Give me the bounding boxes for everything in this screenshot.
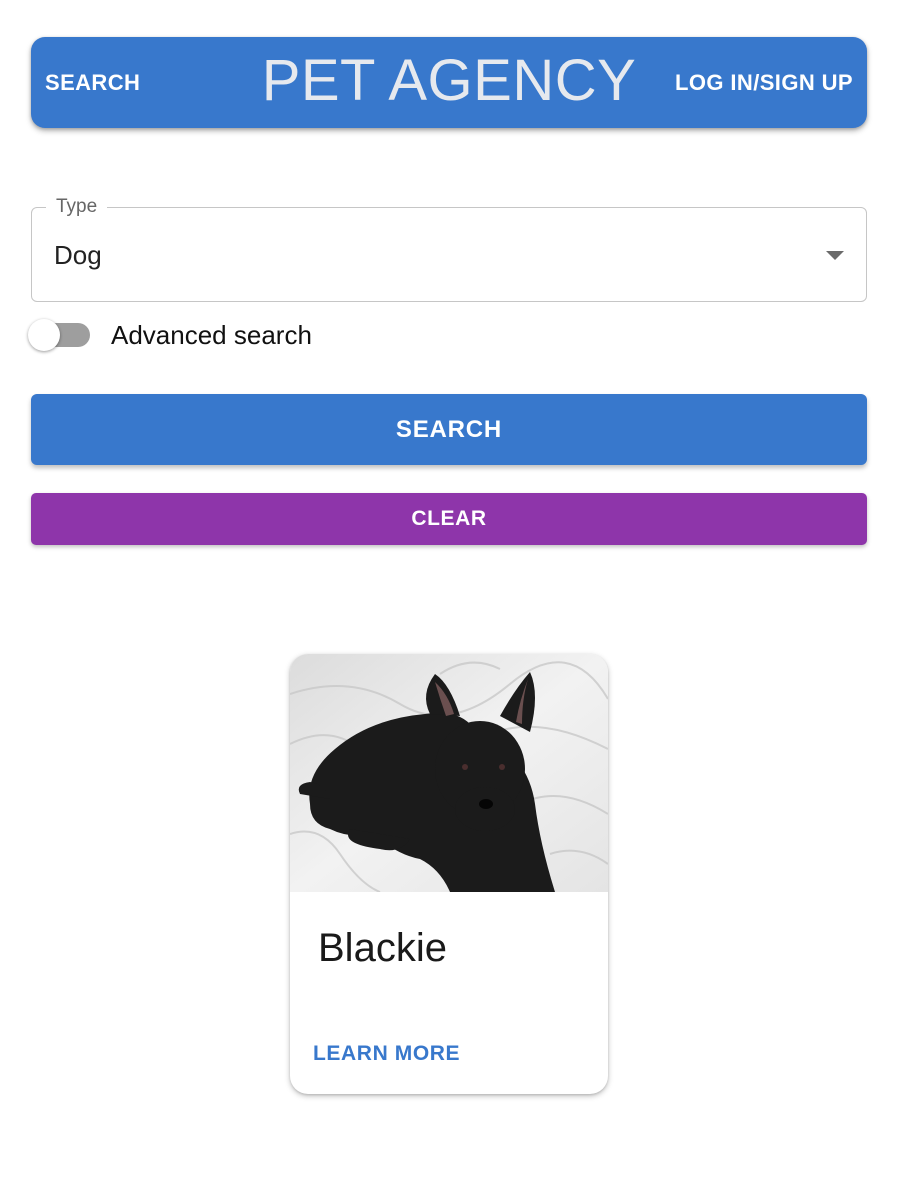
advanced-search-toggle[interactable]: [28, 318, 94, 352]
type-select-label: Type: [46, 195, 108, 219]
pet-card: Blackie LEARN MORE: [290, 654, 608, 1094]
pet-photo[interactable]: [290, 654, 608, 892]
dropdown-arrow-icon[interactable]: [826, 251, 844, 260]
type-select[interactable]: Type Dog: [31, 195, 867, 302]
toggle-thumb[interactable]: [28, 319, 60, 351]
clear-button[interactable]: CLEAR: [31, 493, 867, 545]
learn-more-button[interactable]: LEARN MORE: [313, 1042, 460, 1066]
type-select-value: Dog: [54, 240, 102, 270]
advanced-search-label: Advanced search: [111, 320, 312, 350]
pet-name: Blackie: [318, 926, 447, 970]
app-bar: SEARCH PET AGENCY LOG IN/SIGN UP: [31, 37, 867, 128]
login-signup-link[interactable]: LOG IN/SIGN UP: [675, 37, 853, 128]
search-nav-link[interactable]: SEARCH: [45, 37, 140, 128]
search-button[interactable]: SEARCH: [31, 394, 867, 465]
